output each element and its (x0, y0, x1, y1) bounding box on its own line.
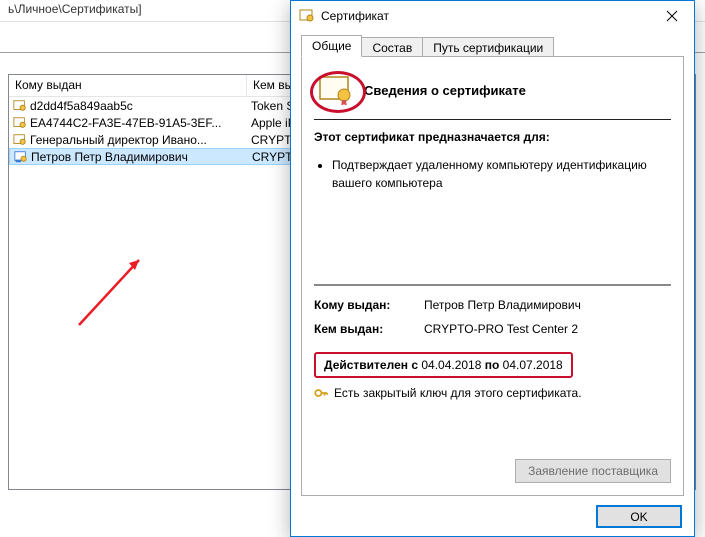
certificate-info-heading: Сведения о сертификате (364, 83, 526, 98)
certificate-dialog: Сертификат Общие Состав Путь сертификаци… (290, 0, 695, 537)
column-issued-to[interactable]: Кому выдан (9, 75, 247, 96)
dialog-titlebar[interactable]: Сертификат (291, 1, 694, 31)
valid-prefix: Действителен с (324, 358, 418, 372)
tab-cert-path[interactable]: Путь сертификации (422, 37, 554, 58)
purpose-heading: Этот сертификат предназначается для: (314, 130, 671, 144)
valid-to-date: 04.07.2018 (503, 358, 563, 372)
divider (314, 284, 671, 286)
dialog-title: Сертификат (321, 9, 649, 23)
tab-content[interactable]: Состав (361, 37, 423, 58)
tab-strip: Общие Состав Путь сертификации (301, 35, 684, 56)
cell-issued-to: d2dd4f5a849aab5c (30, 99, 133, 113)
issued-by-label: Кем выдан: (314, 322, 424, 336)
divider (314, 119, 671, 120)
supplier-statement-button: Заявление поставщика (515, 459, 671, 483)
certificate-with-key-icon (14, 150, 28, 164)
tab-panel-general: Сведения о сертификате Этот сертификат п… (301, 56, 684, 496)
cell-issued-to: Петров Петр Владимирович (31, 150, 188, 164)
certificate-icon (13, 116, 27, 130)
validity-period: Действителен с 04.04.2018 по 04.07.2018 (314, 352, 573, 378)
close-icon (666, 10, 678, 22)
close-button[interactable] (649, 1, 694, 31)
issued-to-value: Петров Петр Владимирович (424, 298, 671, 312)
private-key-text: Есть закрытый ключ для этого сертификата… (334, 386, 582, 400)
purpose-list: Подтверждает удаленному компьютеру идент… (314, 156, 671, 192)
valid-mid: по (485, 358, 500, 372)
certificate-title-icon (299, 8, 315, 24)
annotation-arrow-icon (69, 245, 159, 335)
certificate-icon (13, 133, 27, 147)
tab-general[interactable]: Общие (301, 35, 362, 57)
valid-from-date: 04.04.2018 (421, 358, 481, 372)
cell-issued-to: Генеральный директор Ивано... (30, 133, 207, 147)
ok-button[interactable]: OK (596, 505, 682, 528)
cell-issued-to: EA4744C2-FA3E-47EB-91A5-3EF... (30, 116, 221, 130)
issued-to-label: Кому выдан: (314, 298, 424, 312)
key-icon (314, 386, 328, 400)
purpose-item: Подтверждает удаленному компьютеру идент… (332, 156, 671, 192)
certificate-icon (13, 99, 27, 113)
certificate-large-icon (318, 75, 354, 105)
issued-by-value: CRYPTO-PRO Test Center 2 (424, 322, 671, 336)
